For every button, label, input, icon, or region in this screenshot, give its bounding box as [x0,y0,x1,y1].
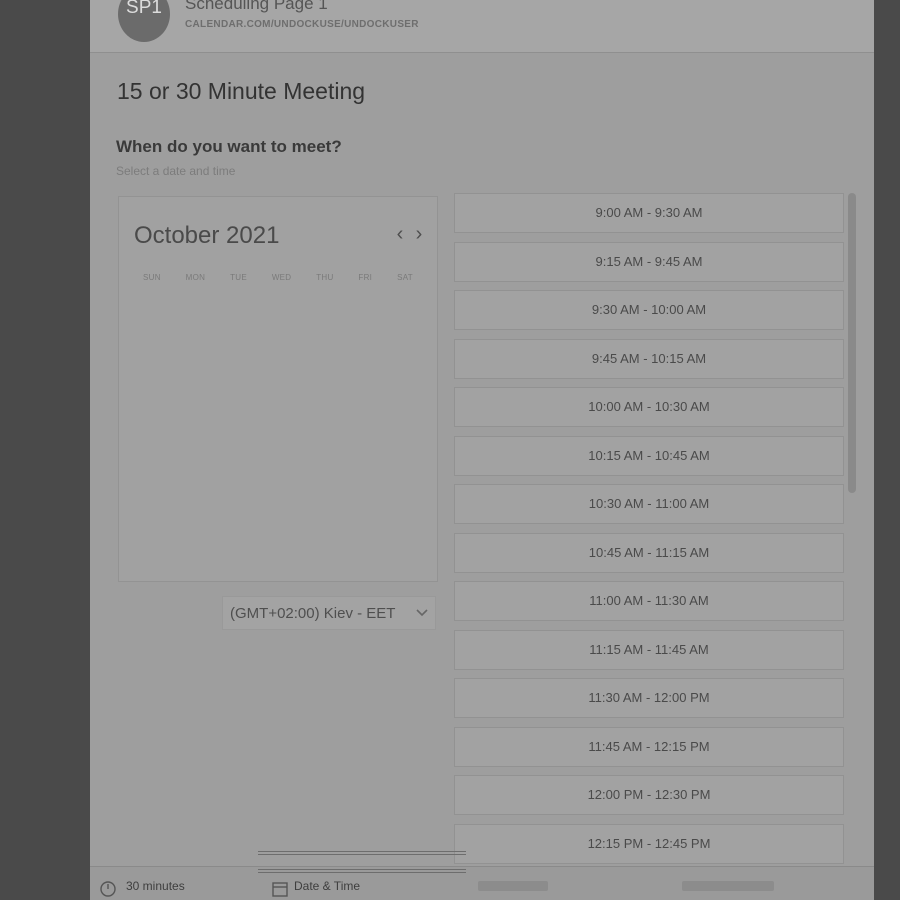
weekday-label: THU [316,273,334,282]
calendar-icon [272,882,288,897]
page-header: SP1 Scheduling Page 1 CALENDAR.COM/UNDOC… [90,0,874,53]
scheduling-panel: SP1 Scheduling Page 1 CALENDAR.COM/UNDOC… [90,0,874,900]
time-slot[interactable]: 10:00 AM - 10:30 AM [454,387,844,427]
time-slot[interactable]: 11:00 AM - 11:30 AM [454,581,844,621]
chevron-left-icon[interactable]: ‹ [391,223,409,246]
progress-footer: 30 minutes Date & Time [90,866,874,900]
page-url[interactable]: CALENDAR.COM/UNDOCKUSE/UNDOCKUSER [185,19,419,30]
datetime-step[interactable]: Date & Time [294,879,360,893]
step-placeholder[interactable] [478,881,548,891]
timezone-label: (GMT+02:00) Kiev - EET [230,605,396,622]
instruction-text: Select a date and time [116,164,236,178]
clock-icon [100,881,116,897]
time-slot[interactable]: 12:15 PM - 12:45 PM [454,824,844,864]
time-slot[interactable]: 11:45 AM - 12:15 PM [454,727,844,767]
scheduling-page-name: Scheduling Page 1 [185,0,328,13]
weekday-label: SUN [143,273,161,282]
time-slot[interactable]: 12:00 PM - 12:30 PM [454,775,844,815]
time-slot[interactable]: 10:15 AM - 10:45 AM [454,436,844,476]
weekday-label: WED [271,273,292,282]
time-slot-list: 9:00 AM - 9:30 AM 9:15 AM - 9:45 AM 9:30… [454,193,846,865]
chevron-down-icon [416,609,428,617]
weekday-label: FRI [358,273,373,282]
month-label: October 2021 [134,222,280,249]
time-slot[interactable]: 10:30 AM - 11:00 AM [454,484,844,524]
time-slot[interactable]: 9:00 AM - 9:30 AM [454,193,844,233]
chevron-right-icon[interactable]: › [410,223,428,246]
time-slot[interactable]: 9:30 AM - 10:00 AM [454,290,844,330]
progress-indicator [258,851,466,873]
time-slot[interactable]: 11:30 AM - 12:00 PM [454,678,844,718]
time-slot[interactable]: 10:45 AM - 11:15 AM [454,533,844,573]
date-picker: October 2021 ‹ › SUN MON TUE WED THU FRI… [118,196,438,582]
question-heading: When do you want to meet? [116,137,342,156]
step-placeholder[interactable] [682,881,774,891]
time-slot[interactable]: 9:15 AM - 9:45 AM [454,242,844,282]
weekday-label: MON [185,273,206,282]
duration-step[interactable]: 30 minutes [126,879,185,893]
avatar-initials: SP1 [126,0,162,18]
meeting-title: 15 or 30 Minute Meeting [117,78,366,104]
weekday-header: SUN MON TUE WED THU FRI SAT [143,273,413,282]
weekday-label: TUE [230,273,247,282]
weekday-label: SAT [397,273,413,282]
time-slot[interactable]: 11:15 AM - 11:45 AM [454,630,844,670]
time-slot[interactable]: 9:45 AM - 10:15 AM [454,339,844,379]
time-slot-scrollbar[interactable] [848,193,856,493]
timezone-select[interactable]: (GMT+02:00) Kiev - EET [222,596,436,630]
avatar: SP1 [118,0,170,42]
